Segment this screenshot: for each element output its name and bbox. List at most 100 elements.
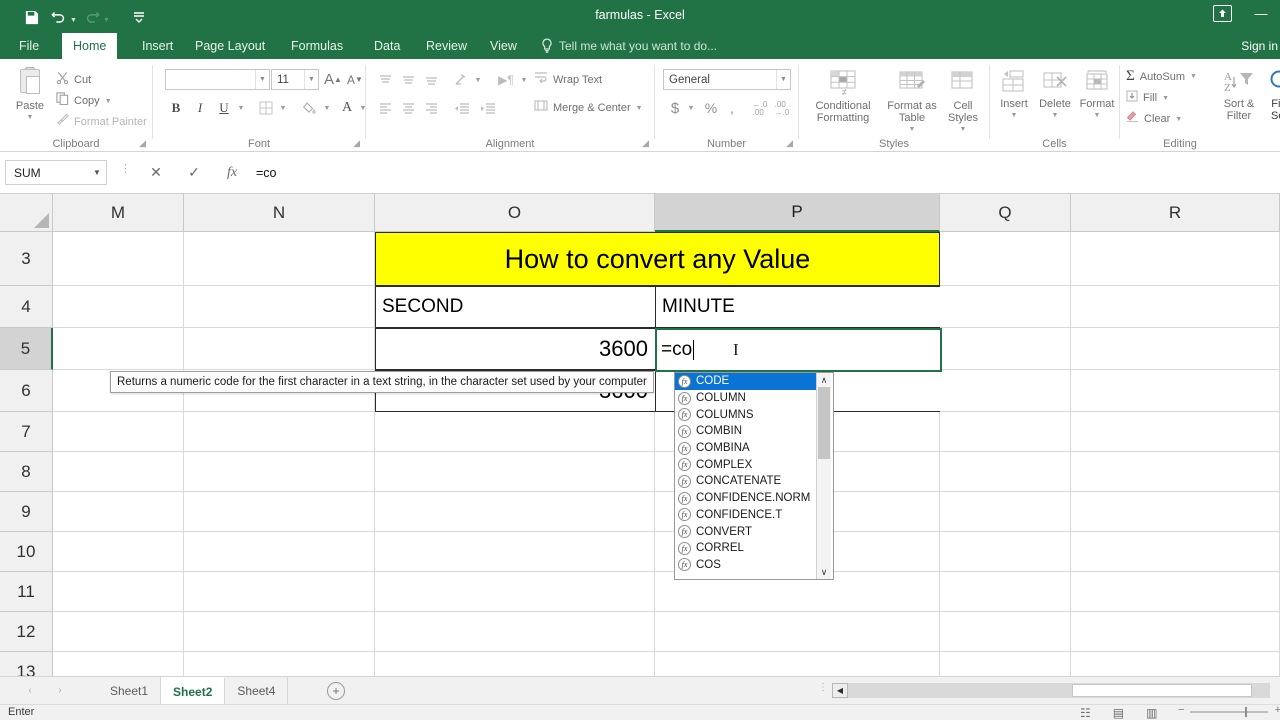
page-break-view-button[interactable]: ▥: [1146, 706, 1157, 720]
cell-r3[interactable]: [1071, 232, 1280, 286]
cell-m13[interactable]: [53, 652, 184, 676]
cell-o11[interactable]: [375, 572, 655, 612]
increase-decimal-button[interactable]: ←.0.00: [749, 99, 771, 119]
cell-n7[interactable]: [184, 412, 375, 452]
autocomplete-item-combin[interactable]: fx COMBIN: [675, 423, 816, 440]
page-layout-view-button[interactable]: ▤: [1113, 706, 1124, 720]
autocomplete-scrollbar[interactable]: ∧ ∨: [816, 373, 831, 579]
autocomplete-item-column[interactable]: fx COLUMN: [675, 390, 816, 407]
font-size-caret-icon[interactable]: ▼: [304, 70, 318, 89]
sort-filter-button[interactable]: AZ Sort & Filter: [1218, 69, 1260, 122]
tab-file[interactable]: File: [8, 33, 50, 59]
tab-review[interactable]: Review: [415, 33, 478, 59]
rtl-ltr-button[interactable]: ▶¶: [494, 69, 518, 91]
cell-n9[interactable]: [184, 492, 375, 532]
number-dialog-launcher[interactable]: ◢: [786, 138, 793, 149]
scrollbar-thumb[interactable]: [818, 387, 830, 459]
cell-styles-caret-icon[interactable]: ▼: [960, 124, 967, 136]
zoom-slider-handle[interactable]: [1245, 707, 1247, 717]
row-header-4[interactable]: 4: [0, 286, 53, 328]
font-dialog-launcher[interactable]: ◢: [353, 138, 360, 149]
cell-o3-title-banner[interactable]: How to convert any Value: [375, 232, 940, 286]
clear-button[interactable]: Clear ▼: [1126, 110, 1182, 128]
cell-r5[interactable]: [1071, 328, 1280, 370]
grow-font-button[interactable]: A ▲: [323, 69, 343, 90]
column-header-m[interactable]: M: [53, 194, 184, 232]
insert-function-button[interactable]: fx: [218, 160, 246, 185]
row-header-13[interactable]: 13: [0, 652, 53, 676]
alignment-dialog-launcher[interactable]: ◢: [642, 138, 649, 149]
bold-button[interactable]: B: [165, 97, 187, 119]
merge-center-button[interactable]: Merge & Center ▼: [534, 99, 643, 117]
align-top-button[interactable]: [374, 69, 396, 91]
cell-n10[interactable]: [184, 532, 375, 572]
copy-caret-icon[interactable]: ▼: [105, 98, 112, 105]
scroll-up-icon[interactable]: ∧: [821, 373, 828, 387]
cell-q12[interactable]: [940, 612, 1071, 652]
autocomplete-item-confidence-norm[interactable]: fx CONFIDENCE.NORM: [675, 490, 816, 507]
cell-r8[interactable]: [1071, 452, 1280, 492]
cell-n12[interactable]: [184, 612, 375, 652]
prev-sheet-button[interactable]: ‹: [22, 684, 38, 698]
horizontal-scrollbar-thumb[interactable]: [1072, 684, 1252, 697]
cell-n8[interactable]: [184, 452, 375, 492]
cell-m3[interactable]: [53, 232, 184, 286]
delete-cells-caret-icon[interactable]: ▼: [1052, 110, 1059, 122]
autocomplete-list[interactable]: fx CODE fx COLUMN fx COLUMNS fx COMBIN fx COM…: [675, 373, 816, 579]
select-all-corner[interactable]: [0, 194, 53, 232]
sign-in-link[interactable]: Sign in: [1241, 33, 1278, 59]
enter-formula-button[interactable]: ✓: [180, 160, 208, 185]
cell-o7[interactable]: [375, 412, 655, 452]
cell-q7[interactable]: [940, 412, 1071, 452]
cell-p4[interactable]: MINUTE: [655, 286, 941, 328]
name-box-caret-icon[interactable]: ▼: [88, 168, 106, 177]
scroll-split-grip[interactable]: ⋮: [818, 683, 828, 693]
sheet-tab-sheet2[interactable]: Sheet2: [161, 677, 226, 705]
percent-button[interactable]: %: [701, 97, 721, 119]
cell-o8[interactable]: [375, 452, 655, 492]
paste-button[interactable]: Paste ▼: [8, 67, 52, 124]
zoom-out-button[interactable]: −: [1178, 704, 1184, 716]
horizontal-scrollbar[interactable]: ◀: [832, 683, 1270, 698]
cell-o12[interactable]: [375, 612, 655, 652]
row-header-12[interactable]: 12: [0, 612, 53, 652]
wrap-text-button[interactable]: Wrap Text: [534, 71, 602, 89]
ribbon-display-options-icon[interactable]: [1213, 5, 1232, 22]
cell-m10[interactable]: [53, 532, 184, 572]
normal-view-button[interactable]: ☷: [1080, 706, 1091, 720]
row-header-6[interactable]: 6: [0, 370, 53, 412]
autocomplete-item-convert[interactable]: fx CONVERT: [675, 523, 816, 540]
decrease-indent-button[interactable]: [450, 97, 474, 119]
delete-cells-button[interactable]: Delete ▼: [1034, 69, 1076, 122]
cell-q11[interactable]: [940, 572, 1071, 612]
autocomplete-item-correl[interactable]: fx CORREL: [675, 540, 816, 557]
cancel-formula-button[interactable]: ✕: [142, 160, 170, 185]
cell-r6[interactable]: [1071, 370, 1280, 412]
cell-styles-button[interactable]: Cell Styles ▼: [941, 69, 985, 136]
column-header-o[interactable]: O: [375, 194, 655, 232]
fill-color-button[interactable]: [299, 97, 321, 119]
merge-center-caret-icon[interactable]: ▼: [636, 105, 643, 112]
decrease-decimal-button[interactable]: .00 →.0: [771, 99, 793, 119]
cell-n11[interactable]: [184, 572, 375, 612]
borders-caret-icon[interactable]: ▼: [277, 101, 289, 115]
autocomplete-item-combina[interactable]: fx COMBINA: [675, 440, 816, 457]
cell-q13[interactable]: [940, 652, 1071, 676]
cell-o4[interactable]: SECOND: [375, 286, 656, 328]
cell-p13[interactable]: [655, 652, 940, 676]
row-header-3[interactable]: 3: [0, 232, 53, 286]
cell-n3[interactable]: [184, 232, 375, 286]
cell-n5[interactable]: [184, 328, 375, 370]
font-color-button[interactable]: A: [337, 97, 357, 119]
comma-style-button[interactable]: ,: [723, 97, 741, 119]
cell-r9[interactable]: [1071, 492, 1280, 532]
align-center-button[interactable]: [397, 97, 419, 119]
row-header-7[interactable]: 7: [0, 412, 53, 452]
tab-page-layout[interactable]: Page Layout: [184, 33, 276, 59]
orientation-button[interactable]: [450, 69, 472, 91]
fill-button[interactable]: Fill ▼: [1126, 89, 1169, 107]
cell-m12[interactable]: [53, 612, 184, 652]
cell-m4[interactable]: [53, 286, 184, 328]
currency-button[interactable]: $: [665, 97, 685, 119]
orientation-caret-icon[interactable]: ▼: [472, 73, 484, 87]
